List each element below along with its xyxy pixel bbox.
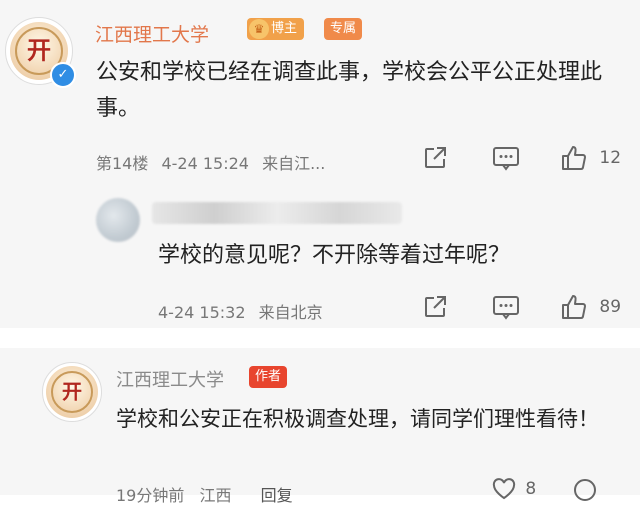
reply-share-button[interactable] <box>422 294 448 320</box>
reply-text: 学校的意见呢？不开除等着过年呢？ <box>158 243 511 268</box>
like-count: 12 <box>599 148 622 168</box>
host-badge-label: 博主 <box>271 21 298 36</box>
reply-author-name-blurred <box>152 202 402 224</box>
reply-meta: 4-24 15:32 来自北京 <box>158 299 323 323</box>
comment-text: 公安和学校已经在调查此事，学校会公平公正处理此事。 <box>96 60 603 121</box>
comment-datetime: 4-24 15:24 <box>161 154 249 173</box>
share-icon <box>425 147 446 168</box>
like-button[interactable]: 12 <box>560 144 621 172</box>
comment-meta: 19分钟前 江西 回复 <box>116 482 293 506</box>
university-avatar[interactable]: 开 <box>42 362 102 422</box>
like-count: 8 <box>525 479 537 499</box>
comment-author-name[interactable]: 江西理工大学 <box>95 20 209 47</box>
card-separator <box>0 328 640 348</box>
reply-like-count: 89 <box>599 297 622 317</box>
author-badge: 作者 <box>249 366 288 388</box>
reaction-icon <box>574 479 596 501</box>
crown-icon: ♛ <box>249 19 269 39</box>
comment-card-2: 开 江西理工大学 作者 学校和公安正在积极调查处理，请同学们理性看待！ 19分钟… <box>0 348 640 505</box>
seal-icon: 开 <box>62 379 82 404</box>
comment-icon <box>493 147 519 171</box>
heart-icon <box>492 478 516 500</box>
comment-icon <box>493 296 519 320</box>
more-button[interactable] <box>572 478 598 502</box>
comment-card-1: 开 ✓ 江西理工大学 ♛ 博主 专属 公安和学校已经在调查此事，学校会公平公正处… <box>0 0 640 328</box>
reply-comment-button[interactable] <box>492 294 520 320</box>
reply-like-button[interactable]: 89 <box>560 293 621 321</box>
seal-icon: 开 <box>27 35 51 65</box>
reply-avatar-blurred[interactable] <box>96 198 140 242</box>
comment-location: 江西 <box>199 486 232 505</box>
comment-button[interactable] <box>492 145 520 171</box>
like-button[interactable]: 8 <box>492 478 536 500</box>
comment-author-name[interactable]: 江西理工大学 <box>116 366 224 392</box>
special-badge: 专属 <box>324 18 363 40</box>
floor-number: 第14楼 <box>96 154 149 173</box>
comment-text: 学校和公安正在积极调查处理，请同学们理性看待！ <box>116 407 599 431</box>
verified-icon: ✓ <box>50 62 76 88</box>
reply-link[interactable]: 回复 <box>261 486 293 505</box>
comment-meta: 第14楼 4-24 15:24 来自江... <box>96 150 325 174</box>
share-button[interactable] <box>422 145 448 171</box>
like-icon <box>562 146 586 170</box>
host-badge: ♛ 博主 <box>247 18 305 40</box>
comment-time: 19分钟前 <box>116 486 185 505</box>
reply-location: 来自北京 <box>258 303 323 322</box>
reply-datetime: 4-24 15:32 <box>158 303 246 322</box>
share-icon <box>425 296 446 317</box>
comment-location: 来自江... <box>262 154 326 173</box>
like-icon <box>562 295 586 319</box>
